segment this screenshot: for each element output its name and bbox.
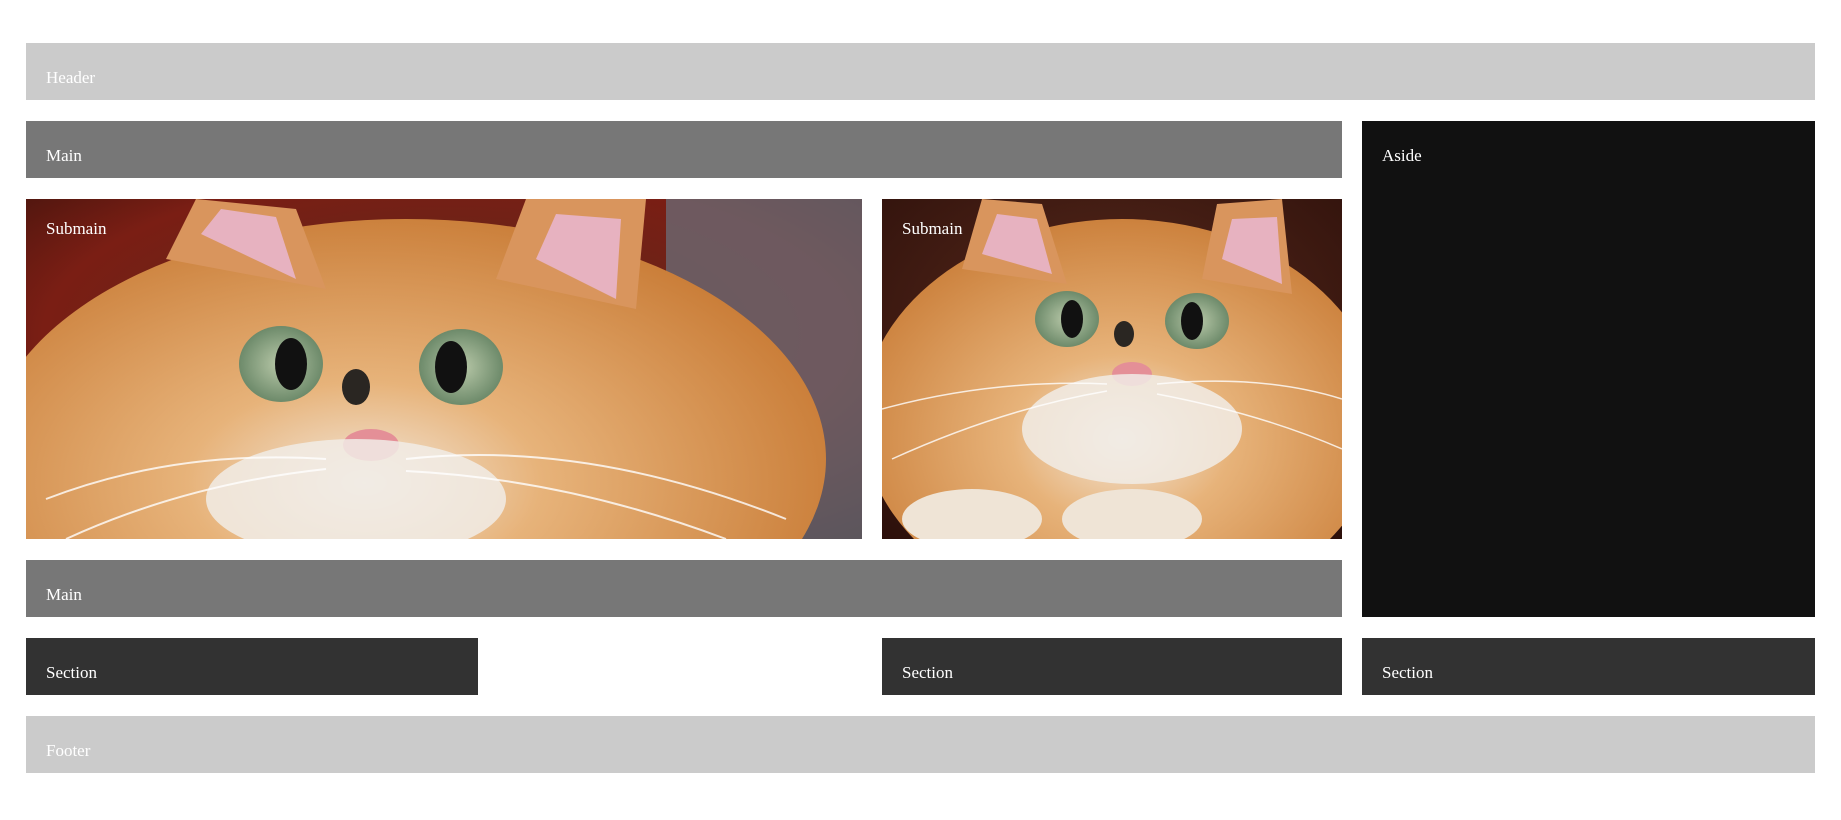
aside: Aside xyxy=(1362,121,1815,617)
section-label: Section xyxy=(1382,663,1433,682)
header: Header xyxy=(26,43,1815,100)
submain-right: Submain xyxy=(882,199,1342,539)
main-bottom: Main xyxy=(26,560,1342,617)
submain-left-label: Submain xyxy=(46,219,107,238)
main-top-label: Main xyxy=(46,146,82,165)
section-1: Section xyxy=(26,638,478,695)
section-3: Section xyxy=(1362,638,1815,695)
footer-label: Footer xyxy=(46,741,91,760)
section-label: Section xyxy=(46,663,97,682)
section-label: Section xyxy=(902,663,953,682)
header-label: Header xyxy=(46,68,96,87)
submain-right-label: Submain xyxy=(902,219,963,238)
aside-label: Aside xyxy=(1382,146,1422,165)
section-2: Section xyxy=(882,638,1342,695)
main-bottom-label: Main xyxy=(46,585,82,604)
cat-photo-right xyxy=(882,199,1342,539)
main-top: Main xyxy=(26,121,1342,178)
footer: Footer xyxy=(26,716,1815,773)
submain-left: Submain xyxy=(26,199,862,539)
cat-photo-left xyxy=(26,199,862,539)
